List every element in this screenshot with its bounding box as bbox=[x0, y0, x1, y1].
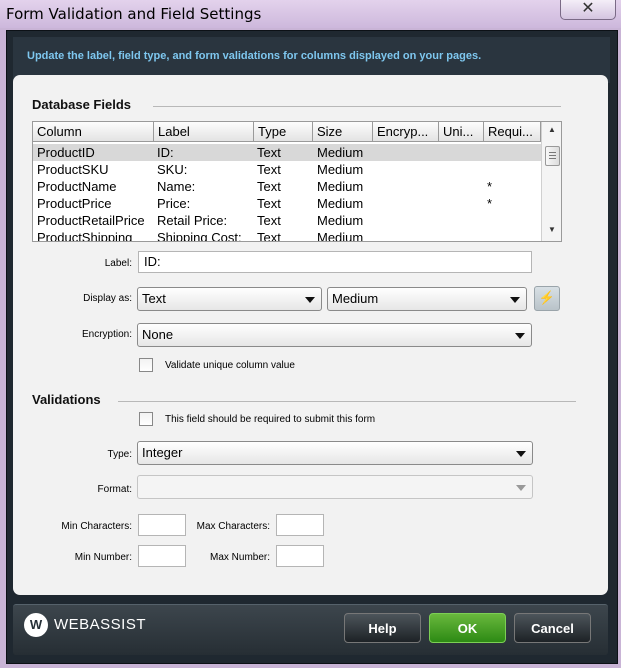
column-header-column[interactable]: Column bbox=[33, 122, 154, 142]
database-fields-heading: Database Fields bbox=[32, 97, 131, 112]
required-checkbox-label: This field should be required to submit … bbox=[165, 414, 376, 425]
fields-grid[interactable]: Column Label Type Size Encryp... Uni... … bbox=[32, 121, 562, 242]
cell-size: Medium bbox=[317, 162, 364, 177]
lightning-icon: ⚡ bbox=[538, 290, 556, 305]
chevron-down-icon bbox=[510, 297, 520, 303]
validations-heading: Validations bbox=[32, 392, 101, 407]
cell-label: SKU: bbox=[157, 162, 188, 177]
min-number-input[interactable] bbox=[138, 545, 186, 567]
cell-type: Text bbox=[257, 230, 281, 242]
close-button[interactable]: ✕ bbox=[560, 0, 616, 20]
column-header-size[interactable]: Size bbox=[313, 122, 373, 142]
label-input[interactable]: ID: bbox=[138, 251, 532, 273]
scroll-thumb[interactable] bbox=[545, 146, 560, 166]
chevron-down-icon bbox=[516, 485, 526, 491]
grip-line bbox=[549, 152, 556, 153]
database-fields-rule bbox=[153, 106, 561, 107]
grip-line bbox=[549, 155, 556, 156]
display-type-value: Text bbox=[142, 291, 166, 306]
min-characters-input[interactable] bbox=[138, 514, 186, 536]
lightning-button[interactable]: ⚡ bbox=[534, 286, 560, 311]
cell-type: Text bbox=[257, 145, 281, 160]
unique-checkbox-label: Validate unique column value bbox=[165, 360, 295, 371]
help-button[interactable]: Help bbox=[344, 613, 421, 643]
column-header-encryption[interactable]: Encryp... bbox=[373, 122, 439, 142]
webassist-logo-text: WEBASSIST bbox=[54, 616, 147, 633]
display-size-value: Medium bbox=[332, 291, 379, 306]
max-number-caption: Max Number: bbox=[209, 552, 270, 563]
type-caption: Type: bbox=[107, 449, 132, 460]
table-row[interactable]: ProductShipping Shipping Cost: Text Medi… bbox=[33, 229, 541, 242]
table-row[interactable]: ProductID ID: Text Medium bbox=[33, 144, 541, 161]
validations-rule bbox=[118, 401, 576, 402]
chevron-down-icon bbox=[516, 451, 526, 457]
table-row[interactable]: ProductName Name: Text Medium * bbox=[33, 178, 541, 195]
max-characters-caption: Max Characters: bbox=[196, 521, 270, 532]
window-title: Form Validation and Field Settings bbox=[6, 5, 262, 23]
grid-scrollbar[interactable]: ▲ ▼ bbox=[541, 122, 561, 241]
cell-size: Medium bbox=[317, 145, 364, 160]
table-row[interactable]: ProductPrice Price: Text Medium * bbox=[33, 195, 541, 212]
cell-size: Medium bbox=[317, 213, 364, 228]
min-number-caption: Min Number: bbox=[74, 552, 132, 563]
unique-checkbox[interactable] bbox=[139, 358, 153, 372]
chevron-down-icon bbox=[515, 333, 525, 339]
cell-required: * bbox=[487, 179, 493, 194]
cancel-button[interactable]: Cancel bbox=[514, 613, 591, 643]
scroll-down-icon[interactable]: ▼ bbox=[548, 225, 556, 234]
cell-column: ProductName bbox=[37, 179, 117, 194]
required-checkbox[interactable] bbox=[139, 412, 153, 426]
cell-type: Text bbox=[257, 162, 281, 177]
cell-column: ProductSKU bbox=[37, 162, 109, 177]
display-type-select[interactable]: Text bbox=[137, 287, 322, 311]
validation-type-value: Integer bbox=[142, 445, 183, 460]
max-number-input[interactable] bbox=[276, 545, 324, 567]
table-row[interactable]: ProductSKU SKU: Text Medium bbox=[33, 161, 541, 178]
display-as-caption: Display as: bbox=[83, 293, 132, 304]
cell-size: Medium bbox=[317, 196, 364, 211]
cell-required: * bbox=[487, 196, 493, 211]
webassist-logo-icon: W bbox=[24, 613, 48, 637]
column-header-label[interactable]: Label bbox=[154, 122, 254, 142]
column-header-required[interactable]: Requi... bbox=[484, 122, 541, 142]
encryption-caption: Encryption: bbox=[81, 329, 132, 340]
close-icon: ✕ bbox=[581, 0, 595, 17]
cell-size: Medium bbox=[317, 179, 364, 194]
cell-label: Retail Price: bbox=[157, 213, 228, 228]
cell-column: ProductRetailPrice bbox=[37, 213, 145, 228]
label-caption: Label: bbox=[104, 258, 132, 269]
ok-button[interactable]: OK bbox=[429, 613, 506, 643]
format-caption: Format: bbox=[97, 484, 132, 495]
validation-type-select[interactable]: Integer bbox=[137, 441, 533, 465]
table-row[interactable]: ProductRetailPrice Retail Price: Text Me… bbox=[33, 212, 541, 229]
cell-column: ProductShipping bbox=[37, 230, 133, 242]
cell-type: Text bbox=[257, 196, 281, 211]
cell-column: ProductID bbox=[37, 145, 95, 160]
column-header-unique[interactable]: Uni... bbox=[439, 122, 484, 142]
chevron-down-icon bbox=[305, 297, 315, 303]
cell-column: ProductPrice bbox=[37, 196, 112, 211]
cell-label: Price: bbox=[157, 196, 191, 211]
title-bar: Form Validation and Field Settings ✕ bbox=[0, 0, 621, 28]
encryption-select[interactable]: None bbox=[137, 323, 532, 347]
cell-label: Name: bbox=[157, 179, 196, 194]
cell-type: Text bbox=[257, 179, 281, 194]
cell-size: Medium bbox=[317, 230, 364, 242]
display-size-select[interactable]: Medium bbox=[327, 287, 527, 311]
column-header-type[interactable]: Type bbox=[254, 122, 313, 142]
grip-line bbox=[549, 158, 556, 159]
format-select[interactable] bbox=[137, 475, 533, 499]
min-characters-caption: Min Characters: bbox=[61, 521, 132, 532]
encryption-value: None bbox=[142, 327, 174, 342]
cell-type: Text bbox=[257, 213, 281, 228]
scroll-up-icon[interactable]: ▲ bbox=[548, 125, 556, 134]
description-text: Update the label, field type, and form v… bbox=[27, 50, 482, 62]
max-characters-input[interactable] bbox=[276, 514, 324, 536]
cell-label: Shipping Cost: bbox=[157, 230, 242, 242]
cell-label: ID: bbox=[157, 145, 174, 160]
